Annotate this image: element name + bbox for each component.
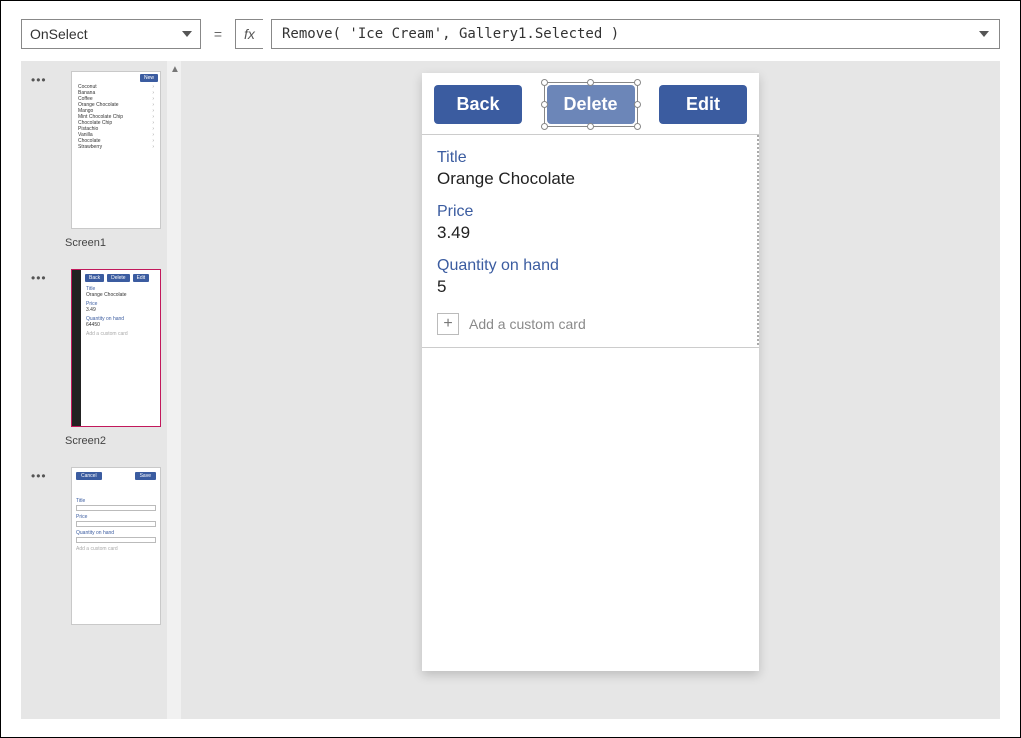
thumbnail-screen1-wrap: ••• New Coconut› Banana› Coffee› Orange … [51,71,181,249]
screen2-canvas: Back Delete [422,73,759,671]
t3-title-lbl: Title [72,498,160,504]
thumbnail-label: Screen1 [65,237,181,249]
thumbnail-screen1[interactable]: New Coconut› Banana› Coffee› Orange Choc… [71,71,161,229]
equals-label: = [209,19,227,49]
delete-button-label: Delete [563,94,617,114]
formula-text: Remove( 'Ice Cream', Gallery1.Selected ) [282,26,619,42]
screen-thumbnail-panel: ▲ ••• New Coconut› Banana› Coffee› Orang… [21,61,181,719]
resize-handle[interactable] [634,123,641,130]
screen1-new-button: New [140,74,158,82]
property-dropdown-value: OnSelect [30,26,88,42]
card-price-value: 3.49 [437,223,744,243]
t3-title-input [76,505,156,511]
add-card-label: Add a custom card [469,316,586,332]
selection-band [72,270,81,426]
gallery-list: Coconut› Banana› Coffee› Orange Chocolat… [72,72,160,150]
card-qty-label: Quantity on hand [437,257,744,275]
fx-icon[interactable]: fx [235,19,263,49]
t3-price-input [76,521,156,527]
t3-qty-lbl: Quantity on hand [72,530,160,536]
edit-button[interactable]: Edit [659,85,747,124]
chevron-down-icon[interactable] [979,31,989,37]
t2-edit: Edit [133,274,150,282]
thumbnail-screen3[interactable]: Cancel Save Title Price Quantity on hand… [71,467,161,625]
app-inner: OnSelect = fx Remove( 'Ice Cream', Galle… [21,19,1000,719]
card-price-label: Price [437,203,744,221]
t2-price-val: 3.49 [86,307,155,313]
property-dropdown[interactable]: OnSelect [21,19,201,49]
t2-back: Back [85,274,104,282]
more-icon[interactable]: ••• [31,469,47,483]
delete-button[interactable]: Delete [547,85,635,124]
formula-bar: OnSelect = fx Remove( 'Ice Cream', Galle… [21,19,1000,49]
screen-header: Back Delete [422,73,759,134]
canvas[interactable]: Back Delete [181,61,1000,719]
card-title-label: Title [437,149,744,167]
chevron-down-icon [182,31,192,37]
resize-handle[interactable] [541,123,548,130]
resize-handle[interactable] [541,101,548,108]
more-icon[interactable]: ••• [31,73,47,87]
t2-add: Add a custom card [86,331,155,337]
list-item: Strawberry› [75,144,157,150]
app-frame: OnSelect = fx Remove( 'Ice Cream', Galle… [0,0,1021,738]
t3-price-lbl: Price [72,514,160,520]
screen2-body: Title Orange Chocolate Price 3.49 Quanti… [81,284,160,339]
t2-delete: Delete [107,274,129,282]
screen2-btnbar: Back Delete Edit [81,270,160,284]
formula-input[interactable]: Remove( 'Ice Cream', Gallery1.Selected ) [271,19,1000,49]
screen3-btnbar: Cancel Save [72,468,160,484]
t2-qty-val: 64450 [86,322,155,328]
resize-handle[interactable] [587,79,594,86]
thumbnail-label: Screen2 [65,435,181,447]
resize-handle[interactable] [634,101,641,108]
t3-qty-input [76,537,156,543]
thumbnail-screen2[interactable]: Back Delete Edit Title Orange Chocolate … [71,269,161,427]
resize-handle[interactable] [587,123,594,130]
thumbnail-screen2-wrap: ••• Back Delete Edit Title Orange Chocol… [51,269,181,447]
resize-handle[interactable] [541,79,548,86]
workspace: ▲ ••• New Coconut› Banana› Coffee› Orang… [21,61,1000,719]
card-title-value: Orange Chocolate [437,169,744,189]
t3-add: Add a custom card [72,546,160,552]
t2-title-val: Orange Chocolate [86,292,155,298]
t3-cancel: Cancel [76,472,102,480]
resize-handle[interactable] [634,79,641,86]
detail-form[interactable]: Title Orange Chocolate Price 3.49 Quanti… [422,134,759,348]
thumbnail-screen3-wrap: ••• Cancel Save Title Price Quantity on … [51,467,181,625]
add-custom-card[interactable]: + Add a custom card [437,311,744,337]
more-icon[interactable]: ••• [31,271,47,285]
card-qty-value: 5 [437,277,744,297]
t3-save: Save [135,472,156,480]
plus-icon: + [437,313,459,335]
back-button[interactable]: Back [434,85,522,124]
